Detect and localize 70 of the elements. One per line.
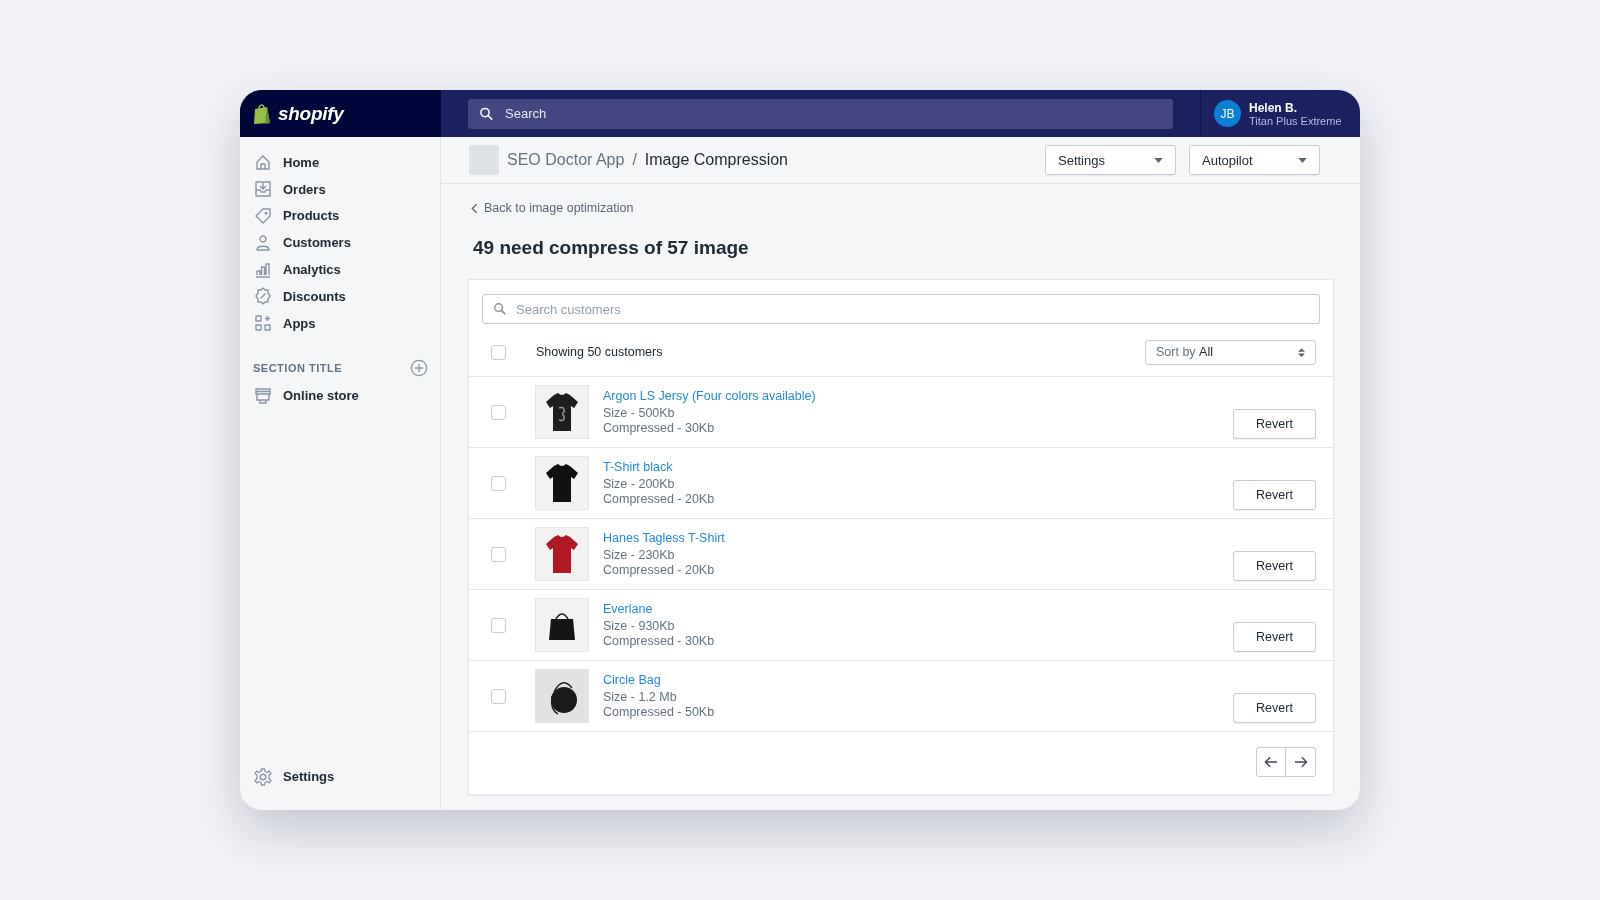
next-page-button[interactable] xyxy=(1286,747,1316,777)
product-link[interactable]: Circle Bag xyxy=(603,673,1233,687)
size-text: Size - 230Kb xyxy=(603,548,676,562)
checkbox[interactable] xyxy=(491,404,506,420)
size-text: Size - 500Kb xyxy=(603,406,676,420)
arrow-right-icon xyxy=(1293,756,1308,768)
result-count: Showing 50 customers xyxy=(536,345,663,359)
revert-button[interactable]: Revert xyxy=(1233,551,1316,581)
size-text: Size - 200Kb xyxy=(603,477,676,491)
compressed-size-text: Compressed - 50Kb xyxy=(603,705,716,719)
sort-arrows-icon xyxy=(1298,346,1305,358)
compressed-size-text: Compressed - 30Kb xyxy=(603,634,716,648)
store-name: Titan Plus Extreme xyxy=(1249,114,1342,127)
product-link[interactable]: T-Shirt black xyxy=(603,460,1233,474)
nav-item[interactable]: Discounts xyxy=(253,283,440,310)
badge-icon xyxy=(253,286,273,307)
settings-icon xyxy=(253,766,273,787)
checkbox[interactable] xyxy=(491,546,506,562)
tag-icon xyxy=(253,206,273,226)
search-icon xyxy=(479,106,494,121)
page-heading: 49 need compress of 57 image xyxy=(473,237,750,259)
size-text: Size - 930Kb xyxy=(603,619,676,633)
revert-button[interactable]: Revert xyxy=(1233,693,1316,723)
nav-item[interactable]: Apps xyxy=(253,309,440,337)
search-field[interactable]: Search xyxy=(468,98,1173,129)
user-name: Helen B. xyxy=(1249,100,1298,115)
product-link[interactable]: Argon LS Jersy (Four colors available) xyxy=(603,389,1233,403)
checkbox[interactable] xyxy=(491,688,506,704)
nav-item[interactable]: Online store xyxy=(253,382,440,410)
inbox-icon xyxy=(253,179,273,200)
shopping-bag-icon xyxy=(252,102,272,125)
page-title: Image Compression xyxy=(644,151,788,169)
chevron-left-icon xyxy=(471,202,478,214)
compressed-size-text: Compressed - 20Kb xyxy=(603,563,716,577)
dropdown-button[interactable]: Settings xyxy=(1045,145,1176,175)
dropdown-button[interactable]: Autopilot xyxy=(1189,145,1320,175)
grid-icon xyxy=(253,313,273,334)
nav-item[interactable]: Orders xyxy=(253,175,440,203)
nav-item[interactable]: Settings xyxy=(253,763,440,790)
section-title: SECTION TITLE xyxy=(253,361,342,374)
compressed-size-text: Compressed - 30Kb xyxy=(603,421,716,435)
search-field[interactable]: Search customers xyxy=(482,294,1320,324)
nav-item[interactable]: Home xyxy=(253,149,440,176)
back-link[interactable]: Back to image optimization xyxy=(471,201,1334,215)
caret-icon xyxy=(1298,157,1307,163)
revert-button[interactable]: Revert xyxy=(1233,622,1316,652)
sort-select[interactable]: Sort by All xyxy=(1145,339,1316,365)
caret-icon xyxy=(1154,157,1163,163)
previous-page-button[interactable] xyxy=(1256,747,1286,777)
product-link[interactable]: Hanes Tagless T-Shirt xyxy=(603,531,1233,545)
size-text: Size - 1.2 Mb xyxy=(603,690,678,704)
breadcrumb-separator: / xyxy=(632,151,637,169)
checkbox[interactable] xyxy=(491,344,506,360)
logo-wordmark[interactable]: shopify xyxy=(278,102,344,125)
product-link[interactable]: Everlane xyxy=(603,602,1233,616)
avatar[interactable]: JB xyxy=(1214,100,1241,127)
nav-item[interactable]: Products xyxy=(253,202,440,230)
nav-item[interactable]: Analytics xyxy=(253,256,440,283)
compressed-size-text: Compressed - 20Kb xyxy=(603,492,716,506)
checkbox[interactable] xyxy=(491,617,506,633)
revert-button[interactable]: Revert xyxy=(1233,409,1316,439)
person-icon xyxy=(253,232,273,253)
breadcrumb-link[interactable]: SEO Doctor App xyxy=(507,151,625,169)
checkbox[interactable] xyxy=(491,475,506,491)
arrow-left-icon xyxy=(1264,756,1278,768)
storefront-icon xyxy=(253,385,273,406)
add-icon[interactable] xyxy=(410,358,428,377)
nav-item[interactable]: Customers xyxy=(253,229,440,257)
search-icon xyxy=(493,302,507,316)
revert-button[interactable]: Revert xyxy=(1233,480,1316,510)
